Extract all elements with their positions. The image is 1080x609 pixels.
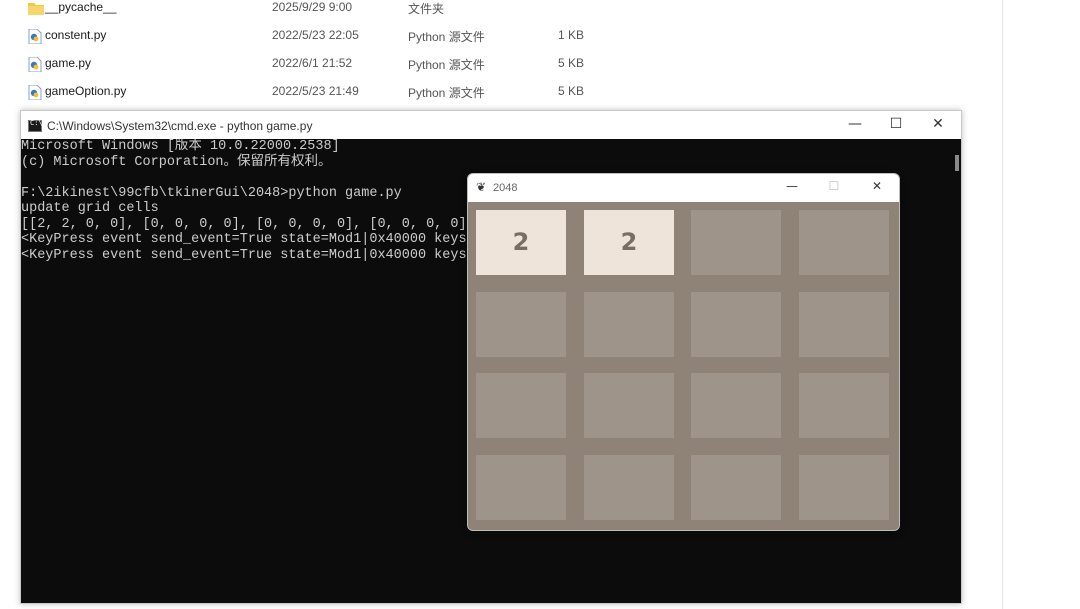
cmd-titlebar[interactable]: C:\ C:\Windows\System32\cmd.exe - python… (21, 111, 961, 139)
tk-feather-icon: ❦ (476, 180, 487, 194)
cmd-app-icon: C:\ (28, 119, 43, 132)
file-explorer-list: __pycache__ 2025/9/29 9:00 文件夹 constent.py 2… (0, 0, 1080, 110)
game-window-title: 2048 (493, 182, 518, 194)
python-file-icon (28, 84, 42, 101)
file-row[interactable]: game.py 2022/6/1 21:52 Python 源文件 5 KB (0, 52, 1000, 80)
file-date: 2025/9/29 9:00 (272, 0, 353, 14)
game-close-button[interactable]: ✕ (865, 178, 889, 196)
tile-empty (476, 292, 566, 357)
tile-empty (691, 292, 781, 357)
console-scrollbar-thumb[interactable] (955, 155, 959, 171)
game-minimize-button[interactable]: — (780, 178, 804, 196)
game-board[interactable]: 22 (468, 202, 899, 530)
tile-empty (691, 210, 781, 275)
tile-2: 2 (584, 210, 674, 275)
tile-empty (476, 373, 566, 438)
tile-empty (691, 455, 781, 520)
file-name: game.py (45, 56, 92, 70)
tile-empty (799, 373, 889, 438)
file-date: 2022/5/23 21:49 (272, 84, 359, 98)
file-type: 文件夹 (408, 2, 445, 16)
file-date: 2022/6/1 21:52 (272, 56, 353, 70)
file-type: Python 源文件 (408, 86, 485, 100)
tile-empty (691, 373, 781, 438)
maximize-button[interactable]: ☐ (884, 116, 908, 134)
file-type: Python 源文件 (408, 30, 485, 44)
file-type: Python 源文件 (408, 58, 485, 72)
file-date: 2022/5/23 22:05 (272, 28, 359, 42)
file-row[interactable]: gameOption.py 2022/5/23 21:49 Python 源文件 5 … (0, 80, 1000, 108)
file-size: 1 KB (557, 28, 584, 42)
tile-empty (584, 292, 674, 357)
console-line: Microsoft Windows [版本 10.0.22000.2538] (21, 139, 340, 154)
explorer-scrollbar[interactable] (1002, 0, 1003, 609)
file-row[interactable]: __pycache__ 2025/9/29 9:00 文件夹 (0, 0, 1000, 24)
tile-empty (799, 292, 889, 357)
file-size: 5 KB (557, 84, 584, 98)
tile-empty (476, 455, 566, 520)
tile-2: 2 (476, 210, 566, 275)
file-name: __pycache__ (45, 0, 117, 14)
file-size: 5 KB (557, 56, 584, 70)
tile-empty (799, 210, 889, 275)
file-name: constent.py (45, 28, 107, 42)
file-row[interactable]: constent.py 2022/5/23 22:05 Python 源文件 1 KB (0, 24, 1000, 52)
tile-empty (584, 455, 674, 520)
game-maximize-button[interactable]: ☐ (822, 178, 846, 196)
minimize-button[interactable]: — (843, 116, 867, 134)
file-name: gameOption.py (45, 84, 127, 98)
cmd-window-title: C:\Windows\System32\cmd.exe - python gam… (47, 119, 313, 133)
python-file-icon (28, 56, 42, 73)
console-line: (c) Microsoft Corporation。保留所有权利。 (21, 154, 332, 170)
game-2048-window: ❦ 2048 — ☐ ✕ 22 (467, 173, 900, 531)
tile-empty (799, 455, 889, 520)
python-file-icon (28, 28, 42, 45)
tile-empty (584, 373, 674, 438)
game-titlebar[interactable]: ❦ 2048 — ☐ ✕ (468, 174, 899, 202)
close-button[interactable]: ✕ (926, 116, 950, 134)
folder-icon (28, 1, 44, 15)
